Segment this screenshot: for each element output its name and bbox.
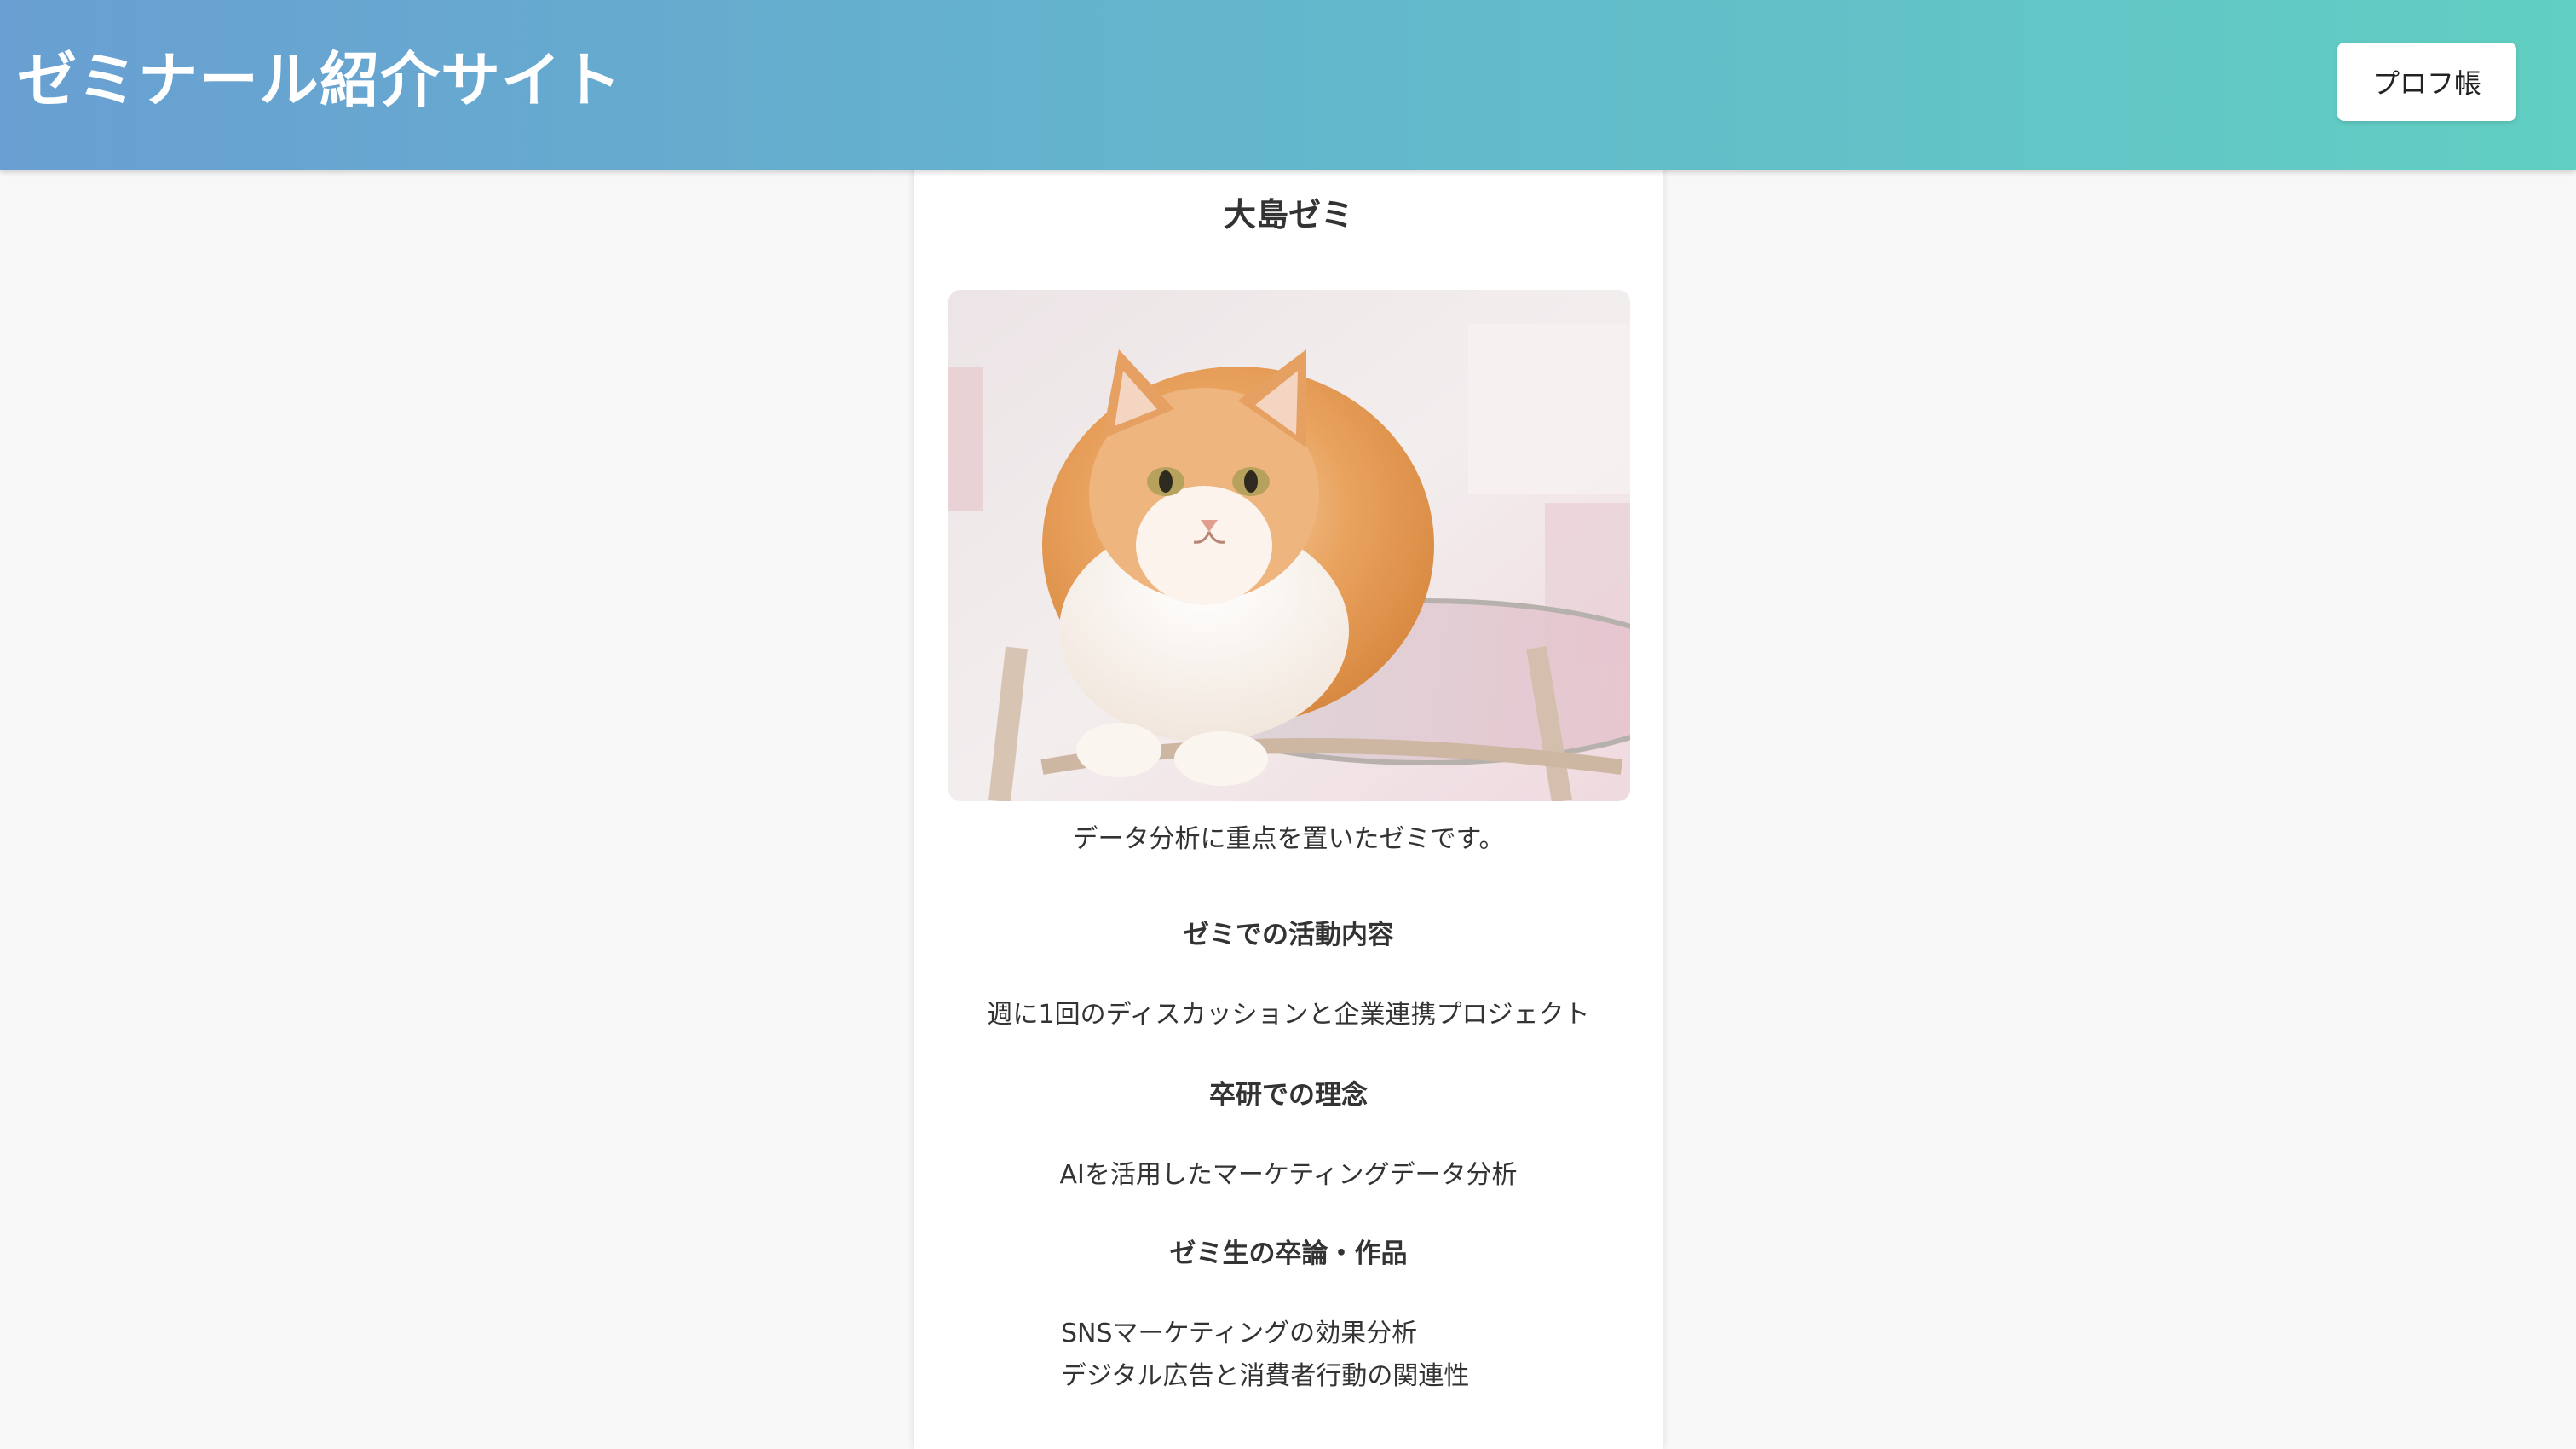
works-heading: ゼミ生の卒論・作品 bbox=[1169, 1238, 1408, 1269]
prof-book-button[interactable]: プロフ帳 bbox=[2337, 43, 2516, 121]
site-title: ゼミナール紹介サイト bbox=[17, 45, 622, 115]
list-item: SNSマーケティングの効果分析 bbox=[1061, 1319, 1418, 1348]
seminar-photo bbox=[948, 290, 1630, 801]
activity-body: 週に1回のディスカッションと企業連携プロジェクト bbox=[987, 1000, 1590, 1030]
seminar-card: 大島ゼミ データ分析に重点を置いたゼミです。 ゼミでの活動内容 週に1回のディス… bbox=[914, 136, 1663, 1449]
seminar-description: データ分析に重点を置いたゼミです。 bbox=[1072, 824, 1505, 854]
philosophy-body: AIを活用したマーケティングデータ分析 bbox=[1059, 1160, 1518, 1190]
list-item: デジタル広告と消費者行動の関連性 bbox=[1061, 1361, 1470, 1391]
works-list: SNSマーケティングの効果分析 デジタル広告と消費者行動の関連性 bbox=[1061, 1313, 1469, 1398]
site-header: ゼミナール紹介サイト プロフ帳 bbox=[0, 0, 2576, 170]
philosophy-heading: 卒研での理念 bbox=[1209, 1080, 1368, 1111]
activity-heading: ゼミでの活動内容 bbox=[1183, 920, 1394, 950]
seminar-title: 大島ゼミ bbox=[1223, 196, 1353, 234]
